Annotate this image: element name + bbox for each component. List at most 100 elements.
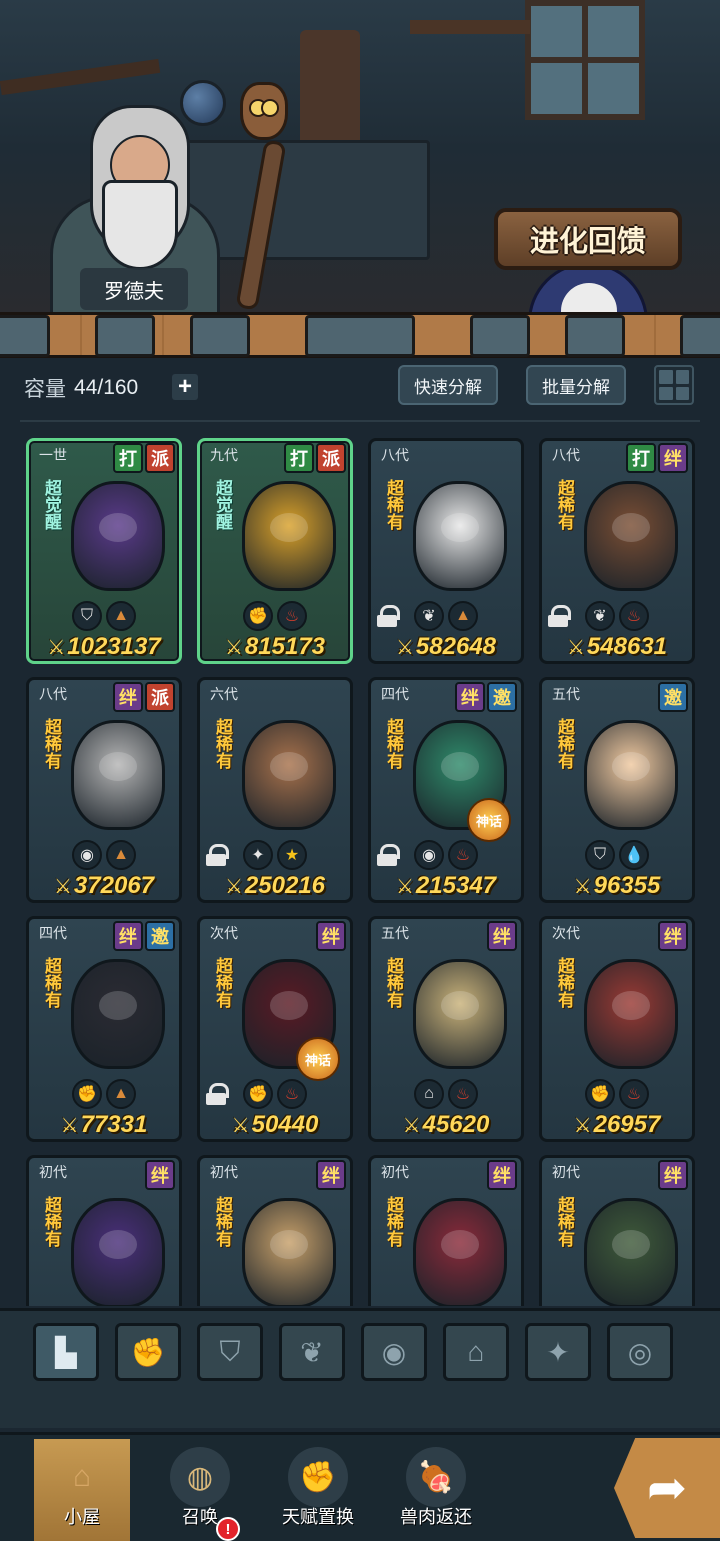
creature-card[interactable]: 四代绊邀超稀有 ✊ ▲ ⚔ 77331 bbox=[26, 916, 182, 1142]
power-icon: ⚔ bbox=[402, 1114, 421, 1137]
filter-crosshair-icon[interactable]: ✦ bbox=[525, 1323, 591, 1381]
generation-label: 八代 bbox=[381, 447, 409, 463]
tag-badge: 绊 bbox=[113, 921, 143, 951]
creature-card[interactable]: 五代邀超稀有 ⛉ 💧 ⚔ 96355 bbox=[539, 677, 695, 903]
nav-label: 小屋 bbox=[64, 1507, 100, 1527]
power-value: ⚔ 77331 bbox=[29, 1111, 179, 1139]
power-number: 1023137 bbox=[67, 633, 161, 660]
generation-label: 八代 bbox=[552, 447, 580, 463]
filter-swirl-icon[interactable]: ◎ bbox=[607, 1323, 673, 1381]
evolve-feedback-button[interactable]: 进化回馈 bbox=[494, 208, 682, 270]
power-number: 77331 bbox=[80, 1111, 148, 1138]
grid-view-icon[interactable] bbox=[654, 365, 694, 405]
trait-icons: ❦ ▲ bbox=[371, 601, 521, 631]
filter-sprout-icon[interactable]: ❦ bbox=[279, 1323, 345, 1381]
rarity-label: 超稀有 bbox=[384, 957, 403, 1008]
power-icon: ⚔ bbox=[573, 1114, 592, 1137]
creature-portrait bbox=[584, 720, 678, 830]
creature-card[interactable]: 初代 绊超稀有 bbox=[539, 1155, 695, 1306]
power-value: ⚔ 548631 bbox=[542, 633, 692, 661]
expand-capacity-button[interactable]: + bbox=[172, 373, 198, 400]
power-number: 548631 bbox=[586, 633, 668, 660]
tag-badge: 打 bbox=[113, 443, 143, 473]
creature-card[interactable]: 八代打绊超稀有 ❦ ♨ ⚔ 548631 bbox=[539, 438, 695, 664]
stack-icon: ▙ bbox=[55, 1336, 77, 1368]
rarity-label: 超觉醒 bbox=[42, 479, 61, 530]
creature-card[interactable]: 八代绊派超稀有 ◉ ▲ ⚔ 372067 bbox=[26, 677, 182, 903]
shield-icon: ⛉ bbox=[219, 1335, 241, 1367]
beam-decoration bbox=[0, 58, 161, 96]
nav-summon[interactable]: ◍ 召唤! bbox=[152, 1439, 248, 1541]
sprout-icon: ❦ bbox=[414, 601, 444, 631]
creature-card[interactable]: 六代 超稀有 ✦ ★ ⚔ 250216 bbox=[197, 677, 353, 903]
creature-card[interactable]: 四代绊邀超稀有 神话 ◉ ♨ ⚔ 215347 bbox=[368, 677, 524, 903]
creature-card[interactable]: 初代 绊超稀有 bbox=[26, 1155, 182, 1306]
badge-group: 打绊 bbox=[626, 443, 688, 473]
filter-shield-icon[interactable]: ⛉ bbox=[197, 1323, 263, 1381]
creature-card[interactable]: 次代绊超稀有 ✊ ♨ ⚔ 26957 bbox=[539, 916, 695, 1142]
creature-card[interactable]: 八代 超稀有 ❦ ▲ ⚔ 582648 bbox=[368, 438, 524, 664]
rock-icon: ▲ bbox=[106, 840, 136, 870]
filter-fist-icon[interactable]: ✊ bbox=[115, 1323, 181, 1381]
generation-label: 八代 bbox=[39, 686, 67, 702]
creature-portrait bbox=[584, 481, 678, 591]
badge-group: 打派 bbox=[284, 443, 346, 473]
quick-decompose-button[interactable]: 快速分解 bbox=[398, 365, 498, 405]
rarity-label: 超稀有 bbox=[384, 1196, 403, 1247]
tag-badge: 打 bbox=[626, 443, 656, 473]
tag-badge: 绊 bbox=[658, 1160, 688, 1190]
rarity-label: 超稀有 bbox=[555, 1196, 574, 1247]
filter-stack-icon[interactable]: ▙ bbox=[33, 1323, 99, 1381]
power-value: ⚔ 215347 bbox=[371, 872, 521, 900]
trait-icons: ◉ ▲ bbox=[29, 840, 179, 870]
divider bbox=[20, 420, 700, 422]
generation-label: 五代 bbox=[552, 686, 580, 702]
filter-ghost-icon[interactable]: ◉ bbox=[361, 1323, 427, 1381]
power-icon: ⚔ bbox=[224, 636, 243, 659]
sprout-icon: ❦ bbox=[300, 1336, 324, 1368]
rarity-label: 超稀有 bbox=[555, 957, 574, 1008]
capacity-display: 容量 44/160 bbox=[24, 372, 138, 404]
creature-card[interactable]: 九代打派超觉醒 ✊ ♨ ⚔ 815173 bbox=[197, 438, 353, 664]
fist-icon: ✊ bbox=[243, 601, 273, 631]
power-icon: ⚔ bbox=[224, 875, 243, 898]
hero-scene: 罗德夫 进化回馈 bbox=[0, 0, 720, 330]
nav-cabin[interactable]: ⌂ 小屋 bbox=[34, 1439, 130, 1541]
generation-label: 初代 bbox=[552, 1164, 580, 1180]
nav-talent[interactable]: ✊ 天赋置换 bbox=[270, 1439, 366, 1541]
rarity-label: 超稀有 bbox=[213, 718, 232, 769]
generation-label: 初代 bbox=[210, 1164, 238, 1180]
creature-card[interactable]: 一世打派超觉醒 ⛉ ▲ ⚔ 1023137 bbox=[26, 438, 182, 664]
meat-icon: 🍖 bbox=[406, 1447, 466, 1507]
temple-icon: ⌂ bbox=[414, 1079, 444, 1109]
filter-temple-icon[interactable]: ⌂ bbox=[443, 1323, 509, 1381]
creature-card[interactable]: 初代 绊超稀有 bbox=[368, 1155, 524, 1306]
capacity-label: 容量 bbox=[24, 378, 66, 401]
swirl-icon: ◎ bbox=[627, 1336, 653, 1368]
trait-icons: ✊ ♨ bbox=[542, 1079, 692, 1109]
fist-icon: ✊ bbox=[72, 1079, 102, 1109]
creature-card[interactable]: 次代绊超稀有 神话 ✊ ♨ ⚔ 50440 bbox=[197, 916, 353, 1142]
nav-label: 兽肉返还 bbox=[400, 1507, 472, 1527]
tag-badge: 绊 bbox=[487, 921, 517, 951]
generation-label: 四代 bbox=[381, 686, 409, 702]
tag-badge: 邀 bbox=[658, 682, 688, 712]
tag-badge: 绊 bbox=[316, 921, 346, 951]
tag-badge: 绊 bbox=[316, 1160, 346, 1190]
creature-portrait bbox=[242, 1198, 336, 1306]
badge-group: 邀 bbox=[658, 682, 688, 712]
creature-portrait bbox=[71, 1198, 165, 1306]
trait-icons: ✊ ▲ bbox=[29, 1079, 179, 1109]
fire-icon: ♨ bbox=[448, 840, 478, 870]
badge-group: 绊 bbox=[145, 1160, 175, 1190]
power-icon: ⚔ bbox=[395, 875, 414, 898]
nav-meat[interactable]: 🍖 兽肉返还 bbox=[388, 1439, 484, 1541]
bottom-nav: ⌂ 小屋 ◍ 召唤! ✊ 天赋置换 🍖 兽肉返还 bbox=[0, 1432, 720, 1541]
creature-card[interactable]: 五代绊超稀有 ⌂ ♨ ⚔ 45620 bbox=[368, 916, 524, 1142]
power-number: 45620 bbox=[422, 1111, 490, 1138]
batch-decompose-button[interactable]: 批量分解 bbox=[526, 365, 626, 405]
talent-icon: ✊ bbox=[288, 1447, 348, 1507]
next-arrow-button[interactable]: ➦ bbox=[614, 1438, 720, 1538]
fire-icon: ♨ bbox=[277, 601, 307, 631]
creature-card[interactable]: 初代 绊超稀有 bbox=[197, 1155, 353, 1306]
